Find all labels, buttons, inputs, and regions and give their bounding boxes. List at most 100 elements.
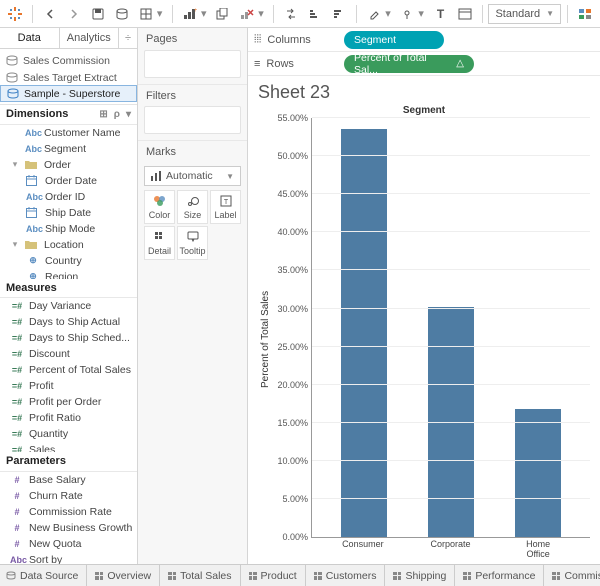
mark-card-color[interactable]: Color <box>144 190 175 224</box>
measure-field[interactable]: =#Percent of Total Sales <box>0 362 137 378</box>
sort-desc-icon[interactable] <box>328 3 350 25</box>
back-icon[interactable] <box>39 3 61 25</box>
parameter-field[interactable]: #Base Salary <box>0 472 137 488</box>
mark-type-select[interactable]: Automatic ▼ <box>144 166 241 186</box>
logo-icon[interactable] <box>4 3 26 25</box>
dimension-field[interactable]: AbcOrder ID <box>0 189 137 205</box>
measure-field[interactable]: =#Days to Ship Actual <box>0 314 137 330</box>
measure-field[interactable]: =#Profit per Order <box>0 394 137 410</box>
sheet-tab[interactable]: Product <box>241 565 306 586</box>
measure-field[interactable]: =#Sales <box>0 442 137 452</box>
tab-data[interactable]: Data <box>0 28 60 48</box>
dimension-field[interactable]: ⊕Region <box>0 269 137 279</box>
measure-field[interactable]: =#Profit Ratio <box>0 410 137 426</box>
filters-shelf-header: Filters <box>138 84 247 106</box>
dimension-field[interactable]: AbcShip Mode <box>0 221 137 237</box>
sheet-tab[interactable]: Overview <box>87 565 160 586</box>
parameter-field[interactable]: #New Business Growth <box>0 520 137 536</box>
parameter-field[interactable]: AbcSort by <box>0 552 137 564</box>
marks-shelf-header: Marks <box>138 140 247 162</box>
new-sheet-icon[interactable]: + <box>179 3 201 25</box>
tab-analytics[interactable]: Analytics <box>60 28 120 48</box>
dropdown-icon[interactable]: ▾ <box>201 3 210 25</box>
bar-consumer[interactable] <box>341 129 387 537</box>
measure-field[interactable]: =#Quantity <box>0 426 137 442</box>
rows-pill[interactable]: Percent of Total Sal... △ <box>344 55 474 73</box>
new-datasource-icon[interactable] <box>111 3 133 25</box>
rows-icon: ≡ <box>254 58 260 70</box>
view-icon[interactable]: ⊞ <box>99 109 107 120</box>
dimension-field[interactable]: AbcCustomer Name <box>0 125 137 141</box>
parameter-field[interactable]: #New Quota <box>0 536 137 552</box>
view-pane: ⦙⦙⦙ Columns Segment ≡ Rows Percent of To… <box>248 28 600 564</box>
mark-card-size[interactable]: Size <box>177 190 208 224</box>
datasource-item[interactable]: Sales Commission <box>0 52 137 69</box>
dimension-field[interactable]: AbcSegment <box>0 141 137 157</box>
chart-plot[interactable]: 0.00%5.00%10.00%15.00%20.00%25.00%30.00%… <box>311 118 590 538</box>
parameter-field[interactable]: #Churn Rate <box>0 488 137 504</box>
pages-shelf[interactable] <box>144 50 241 78</box>
top-toolbar: ▾ + ▾ ▾ ▾ ▾ T Standard ▼ <box>0 0 600 28</box>
bar-icon <box>151 171 161 181</box>
highlight-icon[interactable] <box>363 3 385 25</box>
datasource-item[interactable]: Sample - Superstore <box>0 85 137 102</box>
dropdown-icon[interactable]: ▾ <box>157 3 166 25</box>
tab-collapse-icon[interactable]: ÷ <box>119 28 137 48</box>
swap-icon[interactable] <box>280 3 302 25</box>
showme-icon[interactable] <box>574 3 596 25</box>
y-axis-label: Percent of Total Sales <box>258 118 273 560</box>
mark-card-tooltip[interactable]: Tooltip <box>177 226 208 260</box>
sheet-tab[interactable]: Commission Model <box>544 565 600 586</box>
measure-field[interactable]: =#Days to Ship Sched... <box>0 330 137 346</box>
measure-field[interactable]: =#Discount <box>0 346 137 362</box>
filters-shelf[interactable] <box>144 106 241 134</box>
measures-header: Measures <box>6 282 57 294</box>
clear-icon[interactable] <box>236 3 258 25</box>
mark-type-value: Automatic <box>166 170 213 182</box>
datasource-item[interactable]: Sales Target Extract <box>0 69 137 86</box>
sheet-tab[interactable]: Shipping <box>385 565 455 586</box>
parameter-field[interactable]: #Commission Rate <box>0 504 137 520</box>
dimension-field[interactable]: Ship Date <box>0 205 137 221</box>
sheet-tab[interactable]: Customers <box>306 565 386 586</box>
dropdown-icon[interactable]: ▾ <box>418 3 427 25</box>
mark-card-label[interactable]: TLabel <box>210 190 241 224</box>
svg-text:+: + <box>194 8 197 14</box>
y-tick: 5.00% <box>272 494 308 504</box>
measures-list: =#Day Variance=#Days to Ship Actual=#Day… <box>0 298 137 452</box>
worksheet-icon <box>168 572 176 580</box>
menu-icon[interactable]: ▾ <box>126 109 131 120</box>
caret-icon: ▼ <box>546 9 554 18</box>
measure-field[interactable]: =#Day Variance <box>0 298 137 314</box>
fit-mode-select[interactable]: Standard ▼ <box>488 4 561 24</box>
dimension-field[interactable]: ⊕Country <box>0 253 137 269</box>
save-icon[interactable] <box>87 3 109 25</box>
dropdown-icon[interactable]: ▾ <box>258 3 267 25</box>
dimension-field[interactable]: Order Date <box>0 173 137 189</box>
showhide-icon[interactable] <box>454 3 476 25</box>
dimension-field[interactable]: ▾Location <box>0 237 137 253</box>
y-tick: 55.00% <box>272 113 308 123</box>
measure-field[interactable]: =#Profit <box>0 378 137 394</box>
sheet-tab[interactable]: Performance <box>455 565 544 586</box>
new-worksheet-icon[interactable] <box>135 3 157 25</box>
dimension-field[interactable]: ▾Order <box>0 157 137 173</box>
sheet-title[interactable]: Sheet 23 <box>258 82 590 103</box>
label-icon[interactable]: T <box>430 3 452 25</box>
y-tick: 25.00% <box>272 342 308 352</box>
x-tick: Consumer <box>340 540 386 560</box>
search-icon[interactable]: ρ <box>114 109 120 120</box>
mark-card-detail[interactable]: Detail <box>144 226 175 260</box>
duplicate-icon[interactable] <box>212 3 234 25</box>
dimensions-list: AbcCustomer NameAbcSegment▾OrderOrder Da… <box>0 125 137 279</box>
group-icon[interactable] <box>396 3 418 25</box>
x-tick: Corporate <box>427 540 473 560</box>
sort-asc-icon[interactable] <box>304 3 326 25</box>
y-tick: 50.00% <box>272 151 308 161</box>
sheet-tab[interactable]: Total Sales <box>160 565 240 586</box>
dropdown-icon[interactable]: ▾ <box>385 3 394 25</box>
sheet-tab[interactable]: Data Source <box>0 565 87 586</box>
columns-pill[interactable]: Segment <box>344 31 444 49</box>
bar-home-office[interactable] <box>515 409 561 537</box>
forward-icon[interactable] <box>63 3 85 25</box>
